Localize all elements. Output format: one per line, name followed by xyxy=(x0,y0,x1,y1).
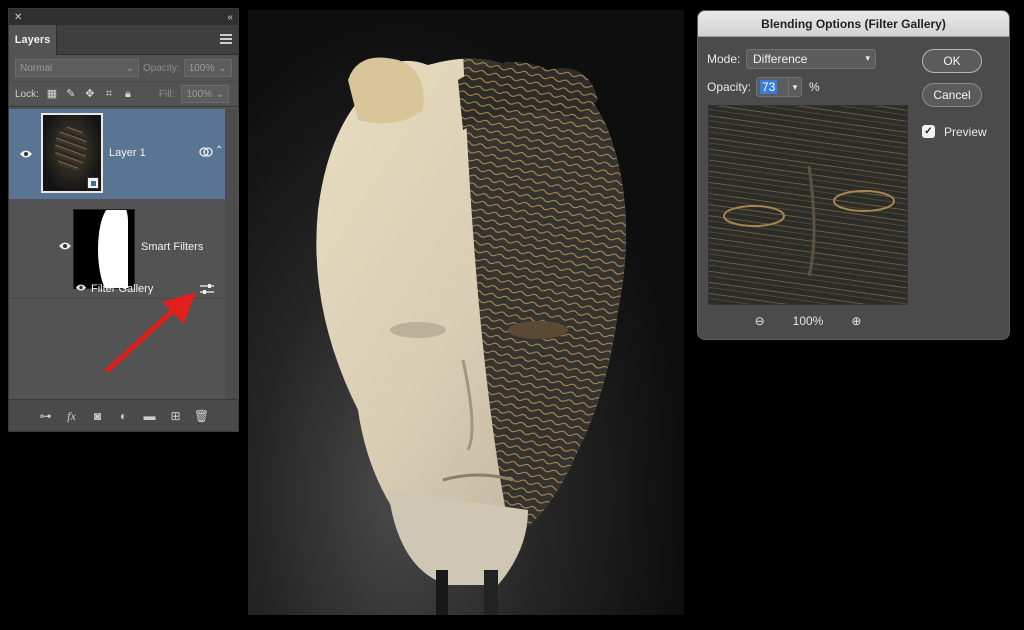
opacity-label: Opacity: xyxy=(707,80,752,94)
preview-label: Preview xyxy=(944,125,987,139)
zoom-out-icon[interactable]: ⊖ xyxy=(755,314,765,328)
smart-filter-indicator-icon xyxy=(199,147,213,157)
add-mask-icon[interactable]: ◙ xyxy=(90,409,106,423)
tab-layers[interactable]: Layers xyxy=(9,25,57,55)
visibility-eye-icon[interactable] xyxy=(19,149,33,159)
visibility-eye-icon[interactable] xyxy=(75,283,87,292)
layer-fill-field[interactable]: 100% ⌄ xyxy=(181,85,230,103)
trash-icon[interactable]: 🗑︎ xyxy=(194,409,210,423)
mode-value: Difference xyxy=(753,52,808,66)
lock-image-pixels-icon[interactable]: ✎ xyxy=(65,88,77,100)
fx-icon[interactable]: fx xyxy=(64,409,80,423)
panel-tab-row: Layers xyxy=(9,25,238,55)
ok-button[interactable]: OK xyxy=(922,49,982,73)
collapse-effects-icon[interactable]: ⌃ xyxy=(215,145,223,156)
fill-label: Fill: xyxy=(158,88,175,100)
opacity-label: Opacity: xyxy=(143,62,180,74)
zoom-level: 100% xyxy=(792,314,824,328)
opacity-unit: % xyxy=(809,80,820,94)
dialog-title: Blending Options (Filter Gallery) xyxy=(698,11,1009,37)
lock-artboard-icon[interactable]: ⌗ xyxy=(103,88,115,100)
layer-name[interactable]: Layer 1 xyxy=(109,147,146,159)
layer-fill-value: 100% xyxy=(186,88,213,100)
link-layers-icon[interactable]: ⊶ xyxy=(38,409,54,423)
blending-options-sliders-icon[interactable] xyxy=(199,283,215,295)
filter-preview-thumbnail[interactable] xyxy=(708,105,908,305)
new-layer-icon[interactable]: ⊞ xyxy=(168,409,184,423)
cancel-button[interactable]: Cancel xyxy=(922,83,982,107)
chevron-down-icon: ⌄ xyxy=(216,88,225,100)
lock-position-icon[interactable]: ✥ xyxy=(84,88,96,100)
lock-row: Lock: ▦ ✎ ✥ ⌗ 🔒︎ Fill: 100% ⌄ xyxy=(9,81,238,107)
panel-menu-icon[interactable] xyxy=(220,34,232,46)
mode-dropdown[interactable]: Difference ▾ xyxy=(746,49,876,69)
layer-row-layer-1[interactable]: Layer 1 ⌃ xyxy=(9,109,225,199)
chevron-down-icon: ▾ xyxy=(865,53,870,63)
chevron-down-icon[interactable]: ▾ xyxy=(788,78,801,96)
layers-bottom-toolbar: ⊶ fx ◙ ◐ ▬ ⊞ 🗑︎ xyxy=(9,399,238,431)
blending-options-dialog: Blending Options (Filter Gallery) Mode: … xyxy=(697,10,1010,340)
layers-scrollbar[interactable] xyxy=(225,109,239,401)
sculpture-stand-shadow xyxy=(484,570,498,615)
smart-object-badge-icon xyxy=(87,177,99,189)
chevron-down-icon: ⌄ xyxy=(218,62,227,74)
layer-opacity-value: 100% xyxy=(188,62,215,74)
blend-mode-dropdown[interactable]: Normal ⌄ xyxy=(15,59,139,77)
smart-filters-label: Smart Filters xyxy=(141,241,204,253)
opacity-field[interactable]: 73 ▾ xyxy=(756,77,802,97)
opacity-value[interactable]: 73 xyxy=(760,80,778,94)
blend-opacity-row: Normal ⌄ Opacity: 100% ⌄ xyxy=(9,55,238,81)
mode-label: Mode: xyxy=(707,52,741,66)
zoom-controls: ⊖ 100% ⊕ xyxy=(708,311,908,331)
layer-thumbnail xyxy=(41,113,103,193)
collapse-panel-icon[interactable]: « xyxy=(227,12,233,23)
layer-opacity-field[interactable]: 100% ⌄ xyxy=(183,59,232,77)
lock-transparent-pixels-icon[interactable]: ▦ xyxy=(46,88,58,100)
adjustment-layer-icon[interactable]: ◐ xyxy=(116,409,132,423)
blend-mode-value: Normal xyxy=(20,62,53,74)
filter-mask-thumbnail[interactable] xyxy=(73,209,135,289)
lock-all-icon[interactable]: 🔒︎ xyxy=(122,88,134,100)
document-canvas[interactable] xyxy=(248,10,684,615)
lock-label: Lock: xyxy=(15,88,39,100)
close-panel-icon[interactable]: ✕ xyxy=(14,12,22,23)
panel-title-bar: ✕ « xyxy=(9,9,238,25)
chevron-down-icon: ⌄ xyxy=(125,62,134,74)
sculpture-head-image xyxy=(316,57,626,585)
zoom-in-icon[interactable]: ⊕ xyxy=(851,314,861,328)
preview-checkbox[interactable]: ✓ xyxy=(922,125,935,138)
new-group-folder-icon[interactable]: ▬ xyxy=(142,409,158,423)
red-arrow-icon xyxy=(105,292,196,373)
visibility-eye-icon[interactable] xyxy=(58,241,72,251)
sculpture-stand xyxy=(436,570,448,615)
